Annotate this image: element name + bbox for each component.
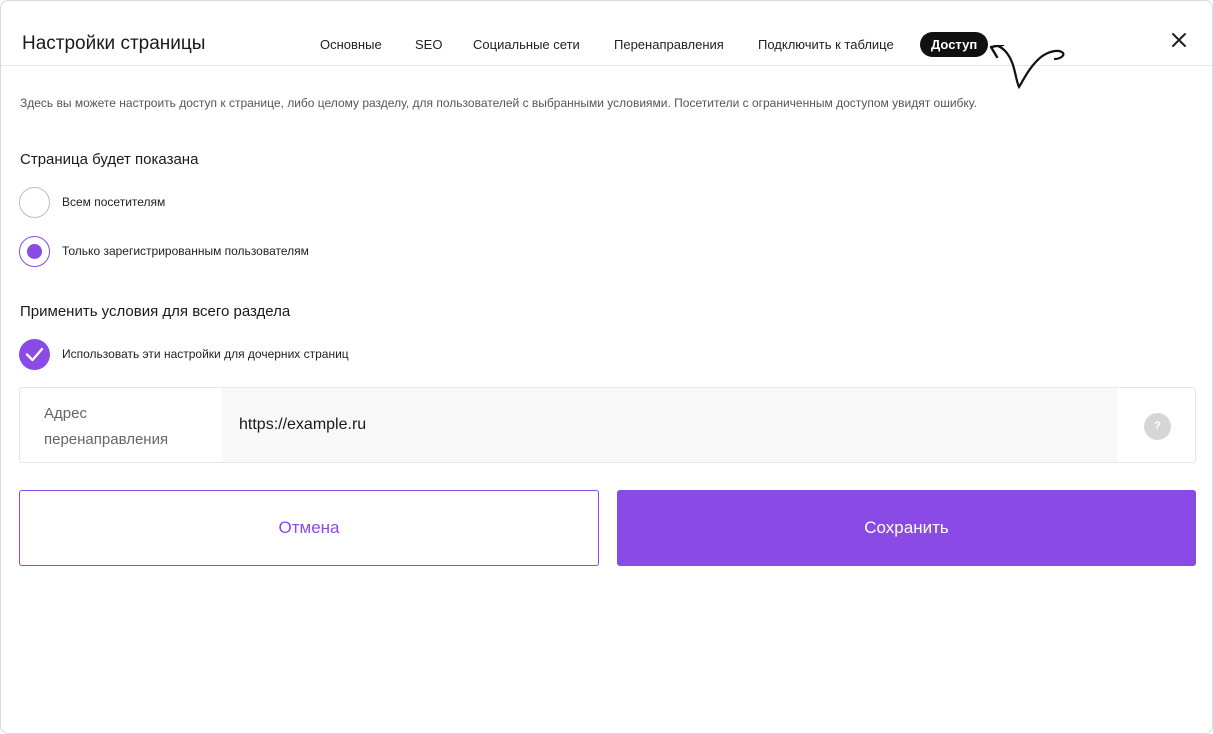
- redirect-address-field: Адрес перенаправления ?: [19, 387, 1196, 463]
- cancel-button[interactable]: Отмена: [19, 490, 599, 566]
- apply-section-title: Применить условия для всего раздела: [20, 303, 291, 320]
- page-settings-modal: Настройки страницы Основные SEO Социальн…: [0, 0, 1213, 734]
- tab-connect-table[interactable]: Подключить к таблице: [758, 32, 894, 57]
- apply-children-checkbox[interactable]: [19, 339, 50, 370]
- radio-button-checked[interactable]: [19, 236, 50, 267]
- tab-seo[interactable]: SEO: [415, 32, 442, 57]
- arrow-doodle-icon: [989, 45, 1065, 90]
- save-button[interactable]: Сохранить: [617, 490, 1196, 566]
- checkmark-icon: [25, 347, 44, 362]
- radio-button[interactable]: [19, 187, 50, 218]
- tab-social[interactable]: Социальные сети: [473, 32, 580, 57]
- radio-all-visitors[interactable]: Всем посетителям: [19, 187, 619, 218]
- access-description: Здесь вы можете настроить доступ к стран…: [20, 96, 977, 110]
- modal-header: Настройки страницы Основные SEO Социальн…: [1, 1, 1212, 90]
- tab-redirects[interactable]: Перенаправления: [614, 32, 724, 57]
- radio-label: Всем посетителям: [62, 195, 166, 209]
- apply-children-checkbox-row[interactable]: Использовать эти настройки для дочерних …: [19, 339, 619, 370]
- redirect-address-label: Адрес перенаправления: [44, 405, 169, 448]
- radio-registered-users[interactable]: Только зарегистрированным пользователям: [19, 236, 619, 267]
- tab-access[interactable]: Доступ: [920, 32, 989, 57]
- radio-label: Только зарегистрированным пользователям: [62, 244, 309, 258]
- tab-general[interactable]: Основные: [320, 32, 382, 57]
- checkbox-label: Использовать эти настройки для дочерних …: [62, 347, 349, 361]
- help-icon[interactable]: ?: [1144, 413, 1171, 440]
- close-icon[interactable]: [1167, 28, 1191, 52]
- redirect-address-input[interactable]: [222, 388, 1117, 462]
- visibility-section-title: Страница будет показана: [20, 151, 199, 168]
